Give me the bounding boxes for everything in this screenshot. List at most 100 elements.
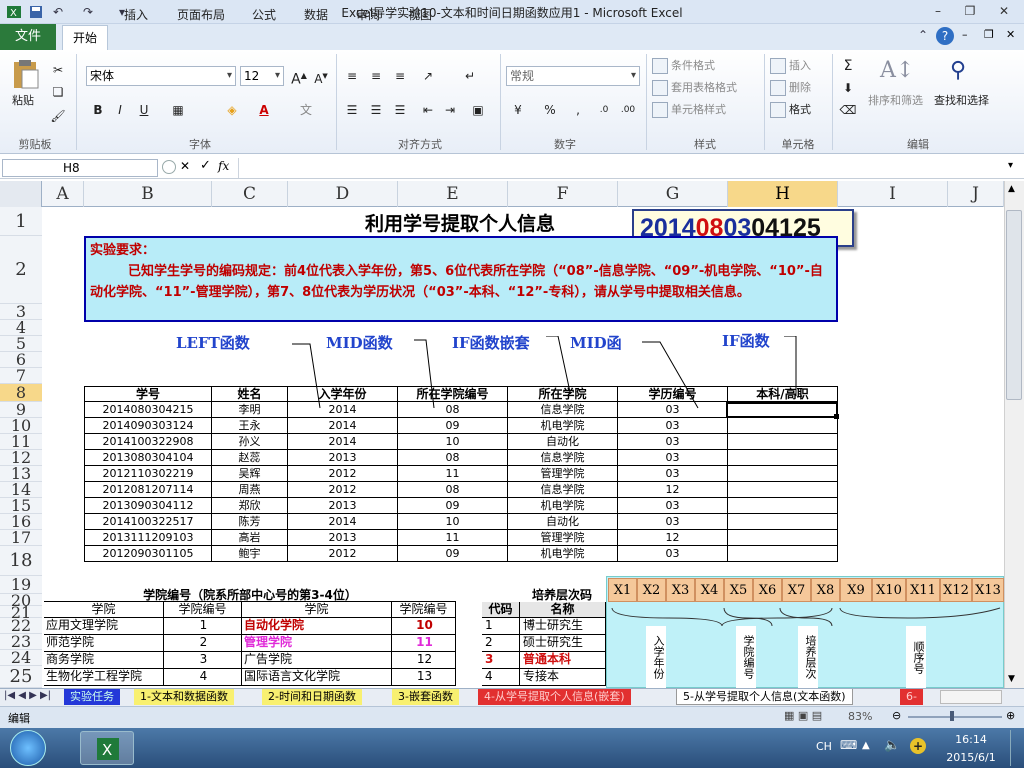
sheet-tab-6[interactable]: 6- bbox=[900, 689, 923, 705]
table-row-cell[interactable]: 信息学院 bbox=[508, 450, 618, 466]
format-cells-button[interactable]: 格式 bbox=[770, 102, 811, 118]
find-select-icon[interactable]: ⚲ bbox=[950, 58, 966, 83]
start-button[interactable] bbox=[10, 730, 46, 766]
table-row-cell[interactable] bbox=[728, 418, 838, 434]
zoom-slider-thumb[interactable] bbox=[950, 711, 954, 721]
table-row-cell[interactable]: 2012 bbox=[288, 546, 398, 562]
cell-styles-button[interactable]: 单元格样式 bbox=[652, 102, 726, 118]
show-hidden-icons-icon[interactable]: ▲ bbox=[862, 740, 870, 751]
level-cell[interactable]: 专接本 bbox=[520, 669, 606, 686]
sheet-tab-3[interactable]: 3-嵌套函数 bbox=[392, 689, 459, 705]
close-button[interactable]: ✕ bbox=[990, 2, 1018, 20]
tab-view[interactable]: 视图 bbox=[400, 4, 440, 26]
row-header-17[interactable]: 17 bbox=[0, 530, 42, 546]
college-cell[interactable]: 商务学院 bbox=[44, 652, 164, 669]
table-row-cell[interactable]: 2013 bbox=[288, 450, 398, 466]
shrink-font-icon[interactable]: A▼ bbox=[311, 66, 331, 86]
cut-icon[interactable]: ✂ bbox=[48, 60, 68, 80]
column-header-f[interactable]: F bbox=[508, 181, 618, 207]
table-row-cell[interactable]: 03 bbox=[618, 498, 728, 514]
column-header-d[interactable]: D bbox=[288, 181, 398, 207]
college-cell[interactable]: 2 bbox=[164, 635, 242, 652]
copy-icon[interactable]: ❏ bbox=[48, 82, 68, 102]
align-middle-icon[interactable]: ≡ bbox=[366, 66, 386, 86]
merge-center-icon[interactable]: ▣ bbox=[468, 100, 488, 120]
college-cell[interactable]: 11 bbox=[392, 635, 456, 652]
table-row-cell[interactable]: 10 bbox=[398, 514, 508, 530]
border-icon[interactable]: ▦ bbox=[168, 100, 188, 120]
level-cell[interactable]: 4 bbox=[482, 669, 520, 686]
phonetic-icon[interactable]: 文 bbox=[296, 100, 316, 120]
table-row-cell[interactable]: 09 bbox=[398, 546, 508, 562]
formula-bar-expand-button[interactable]: ▾ bbox=[1008, 160, 1013, 171]
table-row-cell[interactable] bbox=[728, 546, 838, 562]
underline-icon[interactable]: U bbox=[134, 100, 154, 120]
scroll-down-icon[interactable]: ▼ bbox=[1008, 674, 1015, 684]
column-header-b[interactable]: B bbox=[84, 181, 212, 207]
clock-date[interactable]: 2015/6/1 bbox=[942, 751, 1000, 764]
level-cell[interactable]: 3 bbox=[482, 652, 520, 669]
network-icon[interactable]: + bbox=[910, 738, 926, 754]
table-row-cell[interactable]: 03 bbox=[618, 450, 728, 466]
college-cell[interactable]: 10 bbox=[392, 618, 456, 635]
table-row-cell[interactable]: 2014 bbox=[288, 402, 398, 418]
scroll-up-icon[interactable]: ▲ bbox=[1008, 184, 1015, 194]
row-header-25[interactable]: 25 bbox=[0, 666, 42, 688]
column-header-i[interactable]: I bbox=[838, 181, 948, 207]
table-row-id-cell[interactable]: 2013090304112 bbox=[84, 498, 212, 514]
table-row-cell[interactable]: 陈芳 bbox=[212, 514, 288, 530]
table-row-id-cell[interactable]: 2014100322908 bbox=[84, 434, 212, 450]
table-row-cell[interactable]: 12 bbox=[618, 482, 728, 498]
table-row-cell[interactable]: 2012 bbox=[288, 466, 398, 482]
tab-insert[interactable]: 插入 bbox=[116, 4, 156, 26]
table-row-cell[interactable]: 03 bbox=[618, 434, 728, 450]
level-cell[interactable]: 2 bbox=[482, 635, 520, 652]
decrease-indent-icon[interactable]: ⇤ bbox=[418, 100, 438, 120]
find-select-button[interactable]: 查找和选择 bbox=[934, 94, 989, 108]
font-name-combo[interactable]: 宋体 bbox=[86, 66, 236, 86]
table-row-cell[interactable]: 03 bbox=[618, 514, 728, 530]
table-row-id-cell[interactable]: 2012090301105 bbox=[84, 546, 212, 562]
tab-review[interactable]: 审阅 bbox=[348, 4, 388, 26]
table-row-cell[interactable]: 03 bbox=[618, 546, 728, 562]
level-cell[interactable]: 博士研究生 bbox=[520, 618, 606, 635]
sheet-tab-4[interactable]: 4-从学号提取个人信息(嵌套) bbox=[478, 689, 631, 705]
view-buttons[interactable]: ▦ ▣ ▤ bbox=[784, 709, 822, 722]
table-row-cell[interactable]: 12 bbox=[618, 530, 728, 546]
sheet-tab-1[interactable]: 1-文本和数据函数 bbox=[134, 689, 234, 705]
table-row-cell[interactable]: 2014 bbox=[288, 418, 398, 434]
paste-button[interactable]: 粘贴 bbox=[12, 94, 34, 108]
excel-taskbar-button[interactable]: X bbox=[80, 731, 134, 765]
show-desktop-button[interactable] bbox=[1010, 730, 1022, 766]
college-cell[interactable]: 13 bbox=[392, 669, 456, 686]
table-row-cell[interactable]: 11 bbox=[398, 530, 508, 546]
table-row-cell[interactable]: 2012 bbox=[288, 482, 398, 498]
table-row-cell[interactable]: 管理学院 bbox=[508, 530, 618, 546]
increase-decimal-icon[interactable]: .0 bbox=[594, 100, 614, 120]
zoom-out-icon[interactable]: ⊖ bbox=[892, 709, 901, 722]
tab-formulas[interactable]: 公式 bbox=[244, 4, 284, 26]
college-cell[interactable]: 4 bbox=[164, 669, 242, 686]
collapse-ribbon-icon[interactable]: ⌃ bbox=[918, 28, 928, 42]
table-row-cell[interactable]: 王永 bbox=[212, 418, 288, 434]
formula-input[interactable] bbox=[238, 158, 1004, 178]
wb-close-icon[interactable]: ✕ bbox=[1006, 28, 1015, 41]
table-row-cell[interactable]: 2013 bbox=[288, 530, 398, 546]
row-header-24[interactable]: 24 bbox=[0, 650, 42, 666]
fill-color-icon[interactable]: ◈ bbox=[222, 100, 242, 120]
enter-formula-icon[interactable]: ✓ bbox=[200, 158, 211, 173]
college-cell[interactable]: 自动化学院 bbox=[242, 618, 392, 635]
sheet-tab-2[interactable]: 2-时间和日期函数 bbox=[262, 689, 362, 705]
table-row-cell[interactable] bbox=[728, 434, 838, 450]
table-row-cell[interactable]: 03 bbox=[618, 466, 728, 482]
paste-icon[interactable] bbox=[10, 58, 40, 90]
table-row-cell[interactable]: 03 bbox=[618, 418, 728, 434]
number-format-combo[interactable]: 常规 bbox=[506, 66, 640, 86]
table-row-id-cell[interactable]: 2014100322517 bbox=[84, 514, 212, 530]
level-cell[interactable]: 普通本科 bbox=[520, 652, 606, 669]
table-row-cell[interactable]: 鲍宇 bbox=[212, 546, 288, 562]
column-header-h[interactable]: H bbox=[728, 181, 838, 207]
table-row-cell[interactable]: 赵蕊 bbox=[212, 450, 288, 466]
delete-cells-button[interactable]: 删除 bbox=[770, 80, 811, 96]
college-cell[interactable]: 国际语言文化学院 bbox=[242, 669, 392, 686]
